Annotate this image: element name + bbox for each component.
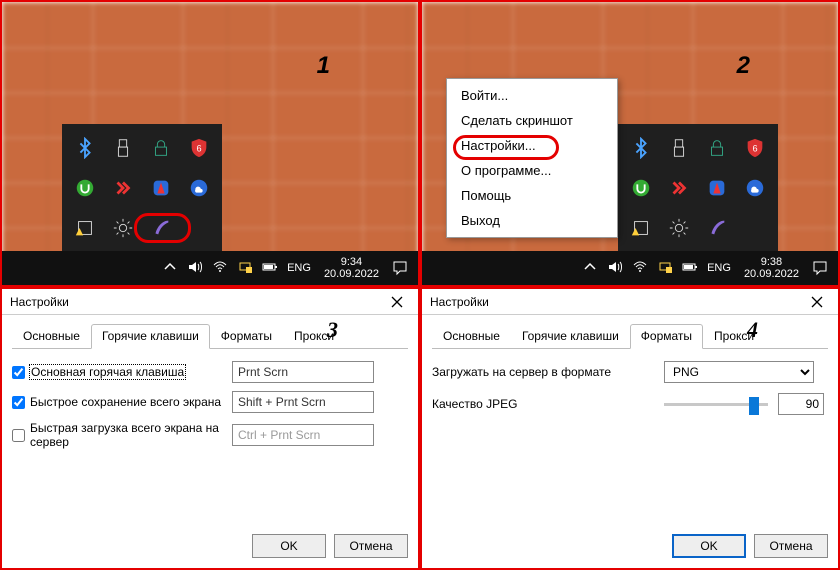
tab-Горячие клавиши[interactable]: Горячие клавиши xyxy=(511,324,630,349)
tab-Прокси[interactable]: Прокси xyxy=(703,324,765,349)
warning-icon[interactable] xyxy=(66,208,104,248)
utorrent-icon[interactable] xyxy=(66,168,104,208)
panel-2: 2 6 Войти...Сделать скриншотНастройки...… xyxy=(420,0,840,287)
browser-icon[interactable] xyxy=(142,168,180,208)
settings-dialog: Настройки 3 ОсновныеГорячие клавишиФорма… xyxy=(2,289,418,568)
tray-overflow-popup[interactable]: 6 xyxy=(618,124,778,252)
hotkey-input xyxy=(232,424,374,446)
utorrent-icon[interactable] xyxy=(622,168,660,208)
titlebar: Настройки xyxy=(2,289,418,315)
tab-Форматы[interactable]: Форматы xyxy=(630,324,703,349)
cloud-icon[interactable] xyxy=(180,168,218,208)
warning-icon[interactable] xyxy=(622,208,660,248)
menu-item[interactable]: Войти... xyxy=(447,83,617,108)
ok-button[interactable]: OK xyxy=(252,534,326,558)
hotkey-checkbox[interactable] xyxy=(12,396,25,409)
battery-icon[interactable] xyxy=(262,259,278,278)
upload-format-select[interactable]: PNG xyxy=(664,361,814,383)
hotkey-checkbox[interactable] xyxy=(12,429,25,442)
titlebar: Настройки xyxy=(422,289,838,315)
network-icon[interactable] xyxy=(237,259,253,278)
step-number: 1 xyxy=(317,54,330,78)
clock-date: 20.09.2022 xyxy=(324,268,379,280)
hotkey-input[interactable] xyxy=(232,391,374,413)
gear-icon[interactable] xyxy=(660,208,698,248)
feather-icon[interactable] xyxy=(698,208,736,248)
menu-item[interactable]: Помощь xyxy=(447,183,617,208)
ok-button[interactable]: OK xyxy=(672,534,746,558)
taskbar: ENG 9:38 20.09.2022 xyxy=(422,251,838,285)
tab-Горячие клавиши[interactable]: Горячие клавиши xyxy=(91,324,210,349)
input-language[interactable]: ENG xyxy=(287,262,311,274)
panel-1: 1 6 ENG 9:34 20.09.2022 xyxy=(0,0,420,287)
dialog-title: Настройки xyxy=(10,295,69,309)
upload-format-label: Загружать на сервер в формате xyxy=(432,365,652,379)
hotkey-checkbox-label[interactable]: Основная горячая клавиша xyxy=(12,365,222,379)
speaker-icon[interactable] xyxy=(607,259,623,278)
panel-3: Настройки 3 ОсновныеГорячие клавишиФорма… xyxy=(0,287,420,570)
anydesk-icon[interactable] xyxy=(660,168,698,208)
jpeg-quality-input[interactable] xyxy=(778,393,824,415)
hotkey-checkbox-label[interactable]: Быстрое сохранение всего экрана xyxy=(12,395,222,409)
panel-4: Настройки 4 ОсновныеГорячие клавишиФорма… xyxy=(420,287,840,570)
close-button[interactable] xyxy=(380,292,414,312)
hotkey-checkbox[interactable] xyxy=(12,366,25,379)
action-center-icon[interactable] xyxy=(388,256,412,280)
cancel-button[interactable]: Отмена xyxy=(754,534,828,558)
clock-time: 9:38 xyxy=(744,256,799,268)
annotation-ring xyxy=(134,213,191,243)
dialog-title: Настройки xyxy=(430,295,489,309)
wifi-icon[interactable] xyxy=(632,259,648,278)
svg-text:6: 6 xyxy=(196,144,201,154)
jpeg-quality-slider[interactable] xyxy=(664,394,768,414)
tab-Основные[interactable]: Основные xyxy=(432,324,511,349)
checkbox-text: Быстрое сохранение всего экрана xyxy=(30,395,221,409)
settings-dialog: Настройки 4 ОсновныеГорячие клавишиФорма… xyxy=(422,289,838,568)
taskbar: ENG 9:34 20.09.2022 xyxy=(2,251,418,285)
shield-badge-icon[interactable]: 6 xyxy=(180,128,218,168)
battery-icon[interactable] xyxy=(682,259,698,278)
cloud-icon[interactable] xyxy=(736,168,774,208)
anydesk-icon[interactable] xyxy=(104,168,142,208)
tabstrip: ОсновныеГорячие клавишиФорматыПрокси xyxy=(12,323,408,349)
browser-icon[interactable] xyxy=(698,168,736,208)
menu-item[interactable]: Сделать скриншот xyxy=(447,108,617,133)
input-language[interactable]: ENG xyxy=(707,262,731,274)
clock-date: 20.09.2022 xyxy=(744,268,799,280)
clock-time: 9:34 xyxy=(324,256,379,268)
tab-Основные[interactable]: Основные xyxy=(12,324,91,349)
tabstrip: ОсновныеГорячие клавишиФорматыПрокси xyxy=(432,323,828,349)
checkbox-text: Основная горячая клавиша xyxy=(30,365,185,379)
action-center-icon[interactable] xyxy=(808,256,832,280)
tab-Форматы[interactable]: Форматы xyxy=(210,324,283,349)
usb-icon[interactable] xyxy=(660,128,698,168)
menu-item[interactable]: О программе... xyxy=(447,158,617,183)
bluetooth-icon[interactable] xyxy=(66,128,104,168)
annotation-ring xyxy=(453,135,559,160)
chevron-up-icon[interactable] xyxy=(162,259,178,278)
network-icon[interactable] xyxy=(657,259,673,278)
clock[interactable]: 9:38 20.09.2022 xyxy=(744,256,799,280)
usb-icon[interactable] xyxy=(104,128,142,168)
hotkey-checkbox-label[interactable]: Быстрая загрузка всего экрана на сервер xyxy=(12,421,222,449)
step-number: 2 xyxy=(737,54,750,78)
bluetooth-icon[interactable] xyxy=(622,128,660,168)
chevron-up-icon[interactable] xyxy=(582,259,598,278)
jpeg-quality-label: Качество JPEG xyxy=(432,397,652,411)
shield-badge-icon[interactable]: 6 xyxy=(736,128,774,168)
empty-slot xyxy=(736,208,774,248)
wifi-icon[interactable] xyxy=(212,259,228,278)
lock-icon[interactable] xyxy=(142,128,180,168)
checkbox-text: Быстрая загрузка всего экрана на сервер xyxy=(30,421,222,449)
clock[interactable]: 9:34 20.09.2022 xyxy=(324,256,379,280)
speaker-icon[interactable] xyxy=(187,259,203,278)
svg-text:6: 6 xyxy=(752,144,757,154)
tab-Прокси[interactable]: Прокси xyxy=(283,324,345,349)
menu-item[interactable]: Выход xyxy=(447,208,617,233)
close-button[interactable] xyxy=(800,292,834,312)
cancel-button[interactable]: Отмена xyxy=(334,534,408,558)
lock-icon[interactable] xyxy=(698,128,736,168)
hotkey-input[interactable] xyxy=(232,361,374,383)
